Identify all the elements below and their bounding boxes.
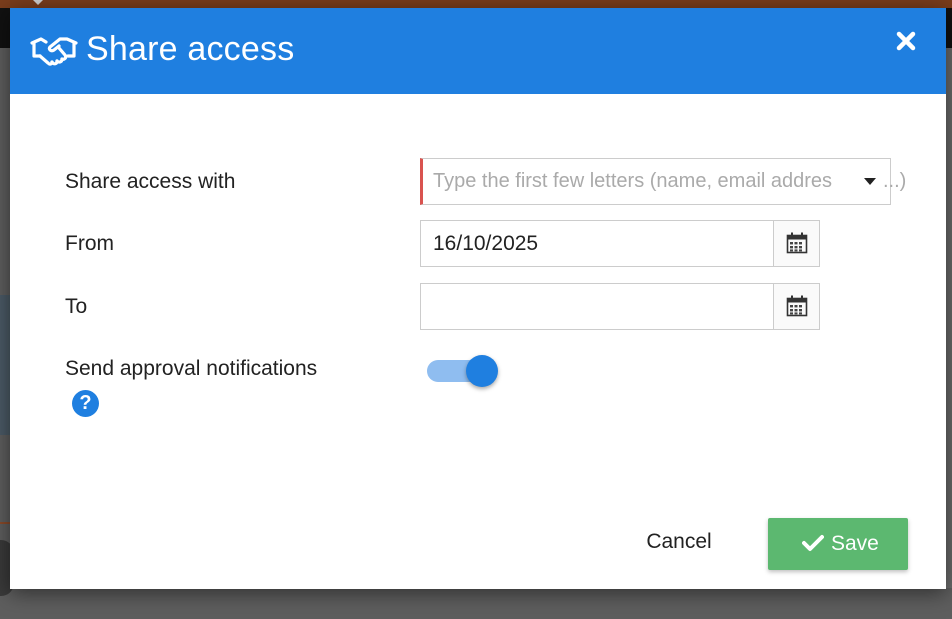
save-button[interactable]: Save: [768, 518, 908, 570]
to-date-field[interactable]: [420, 283, 820, 330]
dialog-header: Share access: [10, 8, 946, 94]
dialog-title: Share access: [86, 30, 295, 68]
to-label: To: [65, 295, 88, 318]
share-access-dialog: Share access Share access with Type the …: [10, 8, 946, 589]
to-calendar-button[interactable]: [773, 284, 819, 329]
cancel-button[interactable]: Cancel: [626, 520, 732, 564]
notifications-toggle[interactable]: [427, 355, 499, 389]
check-icon: [802, 534, 824, 558]
notifications-label: Send approval notifications: [65, 357, 318, 380]
from-date-field[interactable]: 16/10/2025: [420, 220, 820, 267]
calendar-icon: [786, 232, 808, 254]
handshake-icon: [30, 34, 78, 68]
calendar-icon: [786, 295, 808, 317]
from-calendar-button[interactable]: [773, 221, 819, 266]
question-circle-icon[interactable]: ?: [72, 390, 99, 417]
caret-down-icon[interactable]: [864, 178, 876, 185]
share-with-placeholder-tail: ...): [883, 170, 907, 192]
background-scrollbar: [946, 48, 952, 588]
from-date-value: 16/10/2025: [433, 232, 539, 255]
share-with-label: Share access with: [65, 170, 236, 193]
share-with-select[interactable]: Type the first few letters (name, email …: [420, 158, 906, 205]
share-with-placeholder: Type the first few letters (name, email …: [433, 170, 833, 192]
close-icon[interactable]: [891, 26, 921, 56]
caret-down-icon: [32, 0, 44, 5]
toggle-knob[interactable]: [466, 355, 498, 387]
save-label: Save: [831, 532, 879, 555]
from-label: From: [65, 232, 114, 255]
background-panel: [0, 295, 10, 435]
background-topbar: [0, 0, 952, 8]
